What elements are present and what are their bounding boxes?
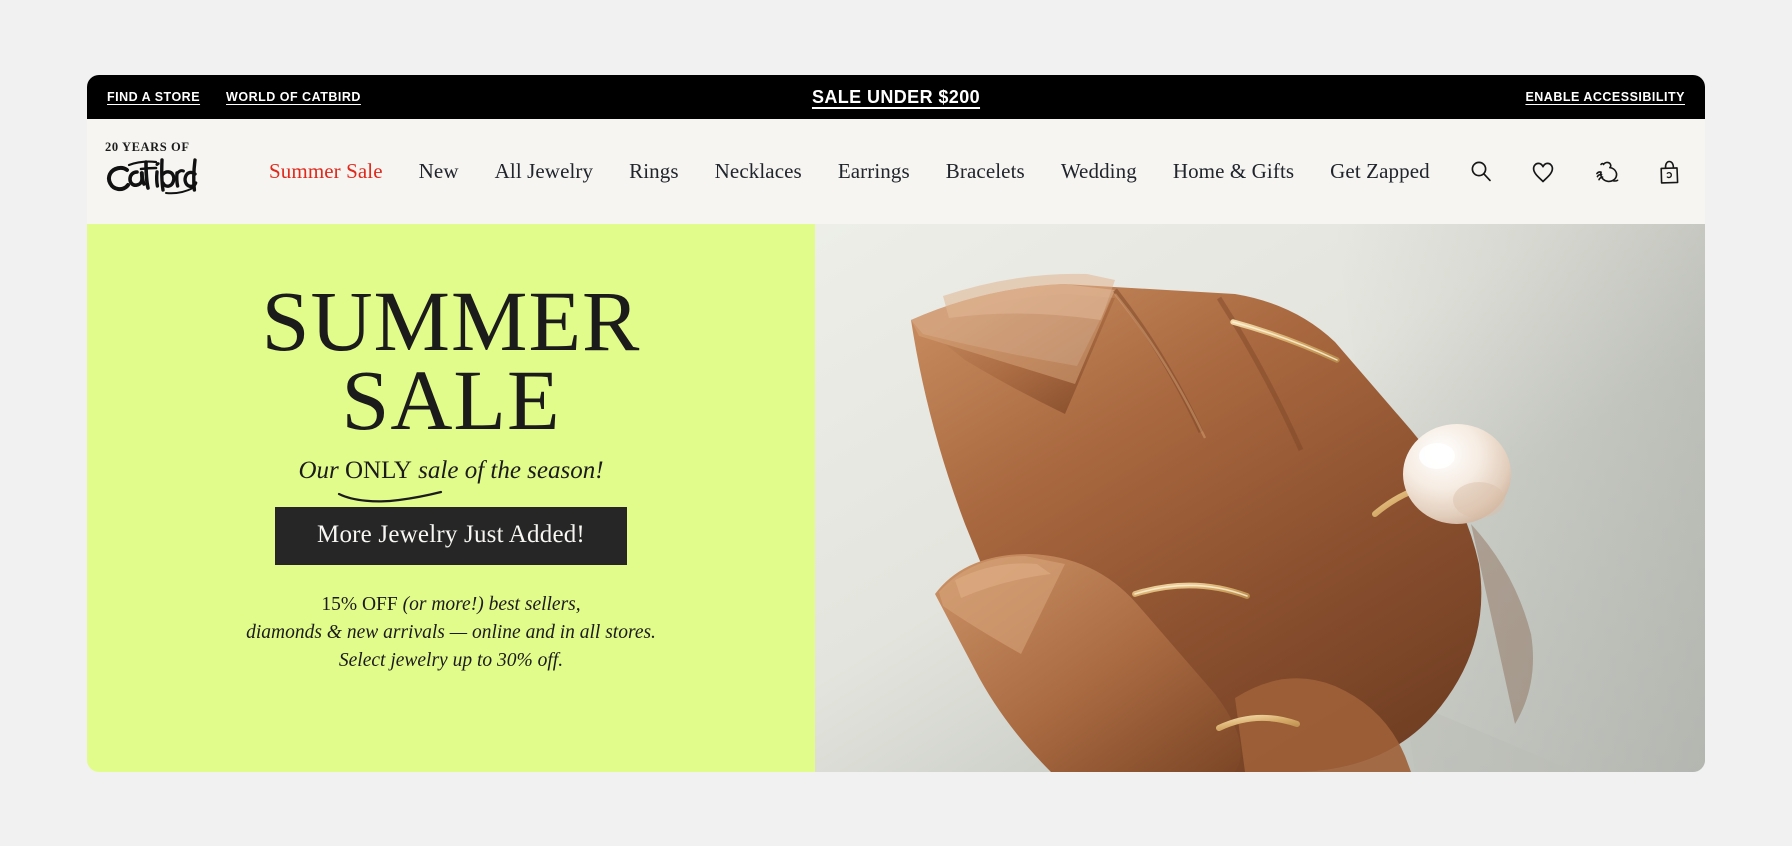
shopping-bag-icon[interactable] <box>1655 157 1683 187</box>
announcement-bar: FIND A STORE WORLD OF CATBIRD SALE UNDER… <box>87 75 1705 119</box>
fineprint-line-1-rest: (or more!) best sellers, <box>402 594 581 616</box>
catbird-logo[interactable]: 20 YEARS OF <box>105 140 223 203</box>
fineprint-line-2: diamonds & new arrivals — online and in … <box>246 621 656 643</box>
enable-accessibility-link[interactable]: ENABLE ACCESSIBILITY <box>1525 90 1685 104</box>
fineprint-line-1: 15% OFF (or more!) best sellers, <box>246 591 656 619</box>
sale-under-200-link[interactable]: SALE UNDER $200 <box>812 87 980 108</box>
more-jewelry-just-added-button[interactable]: More Jewelry Just Added! <box>275 507 627 566</box>
heart-icon[interactable] <box>1529 158 1557 186</box>
world-of-catbird-link[interactable]: WORLD OF CATBIRD <box>226 90 361 104</box>
hero-title-line2: SALE <box>341 352 561 449</box>
hero-title: SUMMER SALE <box>262 278 641 449</box>
hero-text-panel: SUMMER SALE Our ONLY sale of the season!… <box>87 224 815 772</box>
logo-kicker-text: 20 YEARS OF <box>105 140 190 154</box>
nav-item-rings[interactable]: Rings <box>611 159 697 184</box>
announcement-left-links: FIND A STORE WORLD OF CATBIRD <box>107 75 361 119</box>
catbird-wordmark-icon <box>105 156 209 203</box>
fineprint-line-3: Select jewelry up to 30% off. <box>338 649 564 671</box>
hero-tagline-post: sale of the season! <box>411 457 604 485</box>
nav-item-new[interactable]: New <box>401 159 477 184</box>
nav-item-home-and-gifts[interactable]: Home & Gifts <box>1155 159 1312 184</box>
fineprint-discount-value: 15% OFF <box>321 594 403 616</box>
nav-item-wedding[interactable]: Wedding <box>1043 159 1155 184</box>
nav-item-all-jewelry[interactable]: All Jewelry <box>477 159 612 184</box>
hero-fineprint: 15% OFF (or more!) best sellers, diamond… <box>246 591 656 674</box>
nav-item-earrings[interactable]: Earrings <box>820 159 928 184</box>
nav-item-summer-sale[interactable]: Summer Sale <box>251 159 401 184</box>
nav-icon-group <box>1467 157 1683 187</box>
nav-links: Summer Sale New All Jewelry Rings Neckla… <box>251 159 1457 184</box>
hero-section: SUMMER SALE Our ONLY sale of the season!… <box>87 224 1705 772</box>
hero-photo <box>815 224 1705 772</box>
search-icon[interactable] <box>1467 158 1495 186</box>
main-navbar: 20 YEARS OF Summer Sale New All Jewelry … <box>87 119 1705 224</box>
nav-item-bracelets[interactable]: Bracelets <box>928 159 1043 184</box>
nav-item-necklaces[interactable]: Necklaces <box>697 159 820 184</box>
page-root: FIND A STORE WORLD OF CATBIRD SALE UNDER… <box>0 0 1792 846</box>
find-a-store-link[interactable]: FIND A STORE <box>107 90 200 104</box>
announcement-right: ENABLE ACCESSIBILITY <box>1525 75 1685 119</box>
hero-tagline-only: ONLY <box>344 457 412 485</box>
hero-tagline-pre: Our <box>298 457 345 485</box>
browser-viewport: FIND A STORE WORLD OF CATBIRD SALE UNDER… <box>87 75 1705 772</box>
bird-icon[interactable] <box>1591 158 1621 186</box>
hero-tagline: Our ONLY sale of the season! <box>298 457 604 503</box>
nav-item-get-zapped[interactable]: Get Zapped <box>1312 159 1448 184</box>
